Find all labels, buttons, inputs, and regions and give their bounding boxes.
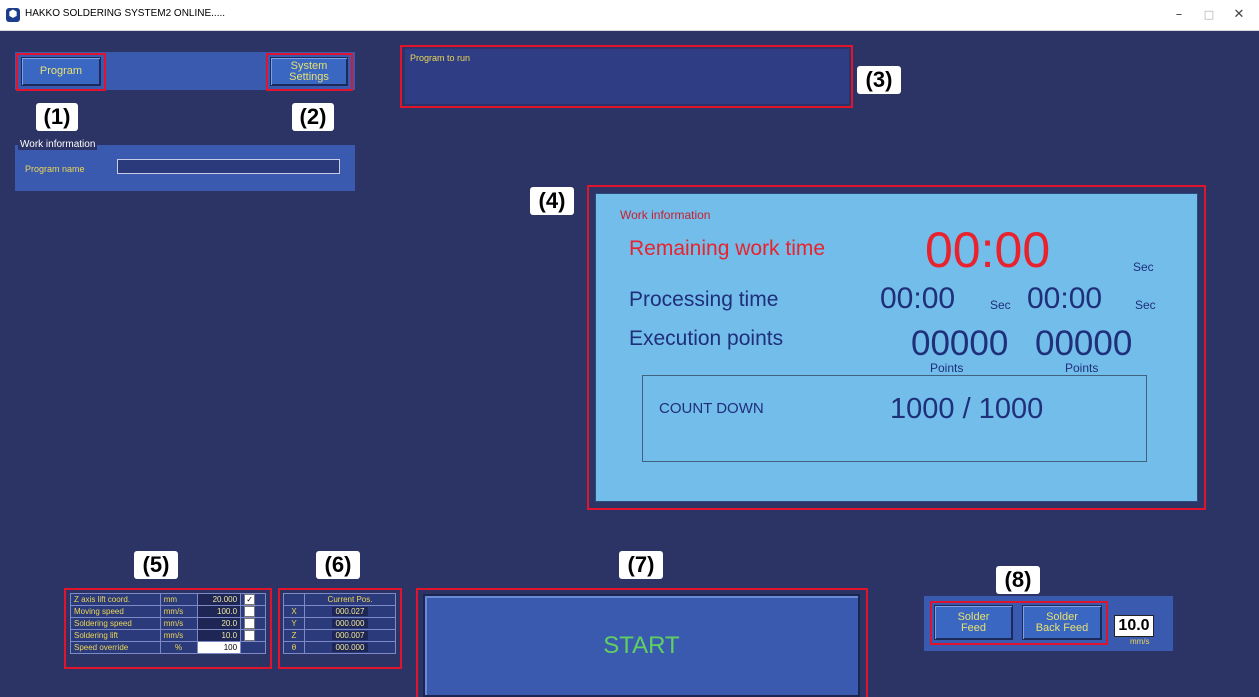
callout-1: (1) bbox=[36, 103, 78, 131]
close-button[interactable]: ✕ bbox=[1229, 6, 1249, 24]
solder-speed-unit: mm/s bbox=[1130, 637, 1150, 646]
callout-box-7 bbox=[416, 588, 868, 697]
callout-box-2 bbox=[266, 53, 353, 91]
callout-7: (7) bbox=[619, 551, 663, 579]
program-name-input[interactable] bbox=[117, 159, 340, 174]
maximize-button[interactable]: □ bbox=[1199, 6, 1219, 24]
app-logo-icon: ⬢ bbox=[6, 8, 20, 22]
solder-speed-input[interactable]: 10.0 bbox=[1114, 615, 1154, 637]
callout-box-4 bbox=[587, 185, 1206, 510]
callout-box-3 bbox=[400, 45, 853, 108]
callout-8: (8) bbox=[996, 566, 1040, 594]
callout-box-1 bbox=[16, 53, 106, 91]
callout-6: (6) bbox=[316, 551, 360, 579]
callout-box-6 bbox=[278, 588, 402, 669]
minimize-button[interactable]: – bbox=[1169, 6, 1189, 24]
callout-3: (3) bbox=[857, 66, 901, 94]
window-title: HAKKO SOLDERING SYSTEM2 ONLINE..... bbox=[25, 8, 226, 19]
callout-2: (2) bbox=[292, 103, 334, 131]
callout-box-8 bbox=[930, 601, 1108, 645]
callout-box-5 bbox=[64, 588, 272, 669]
callout-5: (5) bbox=[134, 551, 178, 579]
program-name-label: Program name bbox=[25, 164, 85, 174]
callout-4: (4) bbox=[530, 187, 574, 215]
work-info-small-legend: Work information bbox=[18, 139, 98, 150]
title-bar: ⬢ HAKKO SOLDERING SYSTEM2 ONLINE..... – … bbox=[0, 0, 1259, 31]
